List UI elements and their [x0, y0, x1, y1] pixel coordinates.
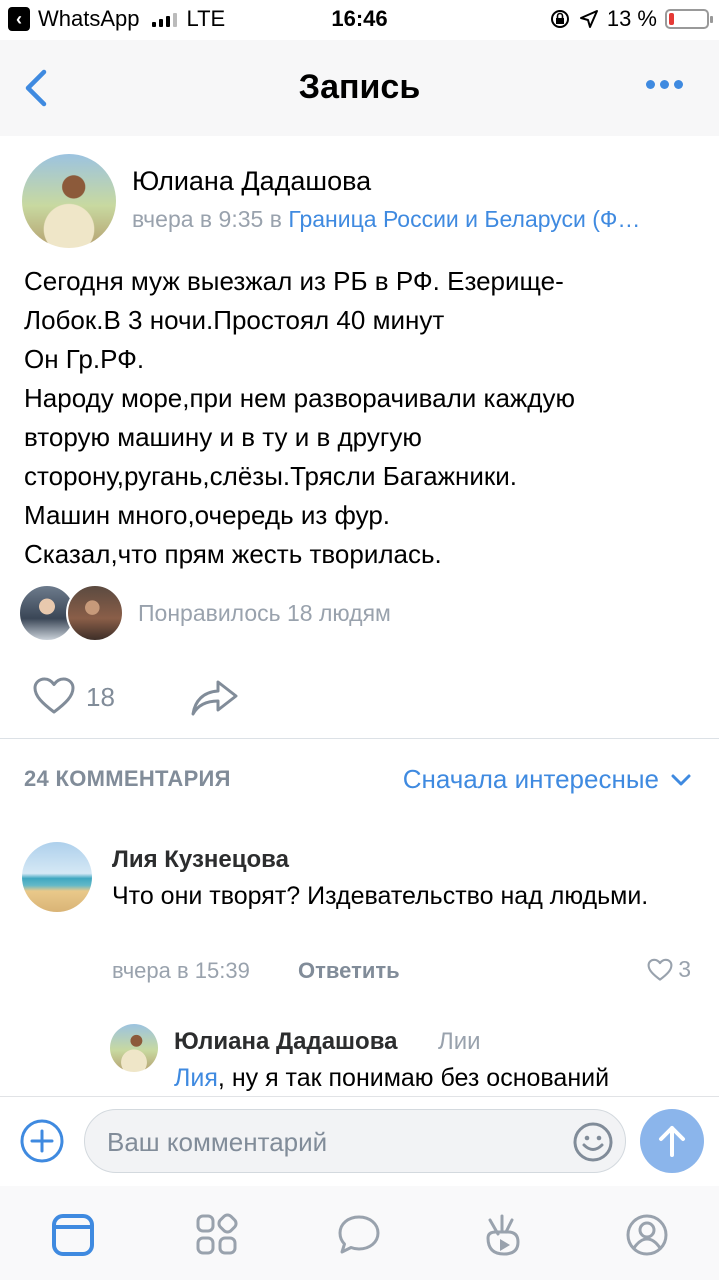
bottom-tab-bar	[0, 1186, 719, 1280]
divider	[0, 738, 719, 739]
comments-sort-dropdown[interactable]: Сначала интересные	[403, 764, 691, 795]
comment-time: вчера в 15:39	[112, 958, 250, 983]
heart-icon	[647, 958, 673, 981]
reply-button[interactable]: Ответить	[298, 958, 400, 984]
page-title: Запись	[298, 68, 421, 106]
comment-input-wrapper	[84, 1109, 626, 1173]
arrow-up-icon	[659, 1126, 685, 1157]
send-button[interactable]	[640, 1109, 704, 1173]
post-time: вчера в 9:35	[132, 206, 264, 232]
clips-tab-icon[interactable]	[480, 1212, 526, 1258]
status-bar: ‹ WhatsApp LTE 16:46 13 %	[0, 0, 719, 40]
comment-like-count: 3	[678, 956, 691, 982]
like-count: 18	[86, 682, 115, 712]
profile-tab-icon[interactable]	[624, 1212, 670, 1258]
reply-to: Лии	[438, 1028, 481, 1055]
emoji-icon[interactable]	[571, 1120, 615, 1164]
sort-label: Сначала интересные	[402, 764, 659, 794]
post-text: Сегодня муж выезжал из РБ в РФ. Езерище-…	[24, 266, 575, 569]
battery-percent: 13 %	[606, 6, 657, 31]
liker-avatar	[66, 584, 124, 642]
likers-avatars[interactable]	[18, 584, 138, 644]
likes-summary[interactable]: Понравилось 18 людям	[138, 600, 391, 627]
share-icon[interactable]	[190, 678, 240, 718]
messages-tab-icon[interactable]	[336, 1212, 382, 1258]
chevron-down-icon	[671, 774, 691, 785]
reply-text: Лия, ну я так понимаю без оснований	[174, 1064, 609, 1093]
commenter-avatar[interactable]	[22, 842, 92, 912]
add-attachment-icon[interactable]	[18, 1117, 66, 1165]
services-tab-icon[interactable]	[194, 1212, 240, 1258]
reply-author[interactable]: Юлиана Дадашова	[174, 1028, 398, 1056]
more-dots-icon[interactable]	[646, 80, 683, 89]
location-prefix: в	[269, 206, 282, 232]
nav-bar: Запись	[0, 40, 719, 136]
mention-link[interactable]: Лия	[174, 1064, 218, 1092]
comment-input[interactable]	[107, 1122, 547, 1162]
post-author[interactable]: Юлиана Дадашова	[132, 166, 371, 197]
heart-icon[interactable]	[32, 676, 76, 716]
comment-text: Что они творят? Издевательство над людьм…	[112, 882, 649, 910]
battery-icon	[665, 9, 713, 29]
comment-author[interactable]: Лия Кузнецова	[112, 846, 289, 874]
location-arrow-icon	[579, 10, 598, 28]
news-tab-icon[interactable]	[50, 1212, 96, 1258]
post-location-link[interactable]: Граница России и Беларуси (Ф…	[288, 206, 640, 232]
comments-count-header: 24 КОММЕНТАРИЯ	[24, 766, 231, 791]
author-avatar[interactable]	[22, 154, 116, 248]
comment-like-button[interactable]: 3	[646, 956, 691, 983]
reply-author-avatar[interactable]	[110, 1024, 158, 1072]
reply-body: , ну я так понимаю без оснований	[217, 1064, 610, 1092]
post-meta: вчера в 9:35 в Граница России и Беларуси…	[132, 206, 707, 233]
rotation-lock-icon	[550, 10, 569, 28]
comment-composer	[0, 1096, 719, 1186]
